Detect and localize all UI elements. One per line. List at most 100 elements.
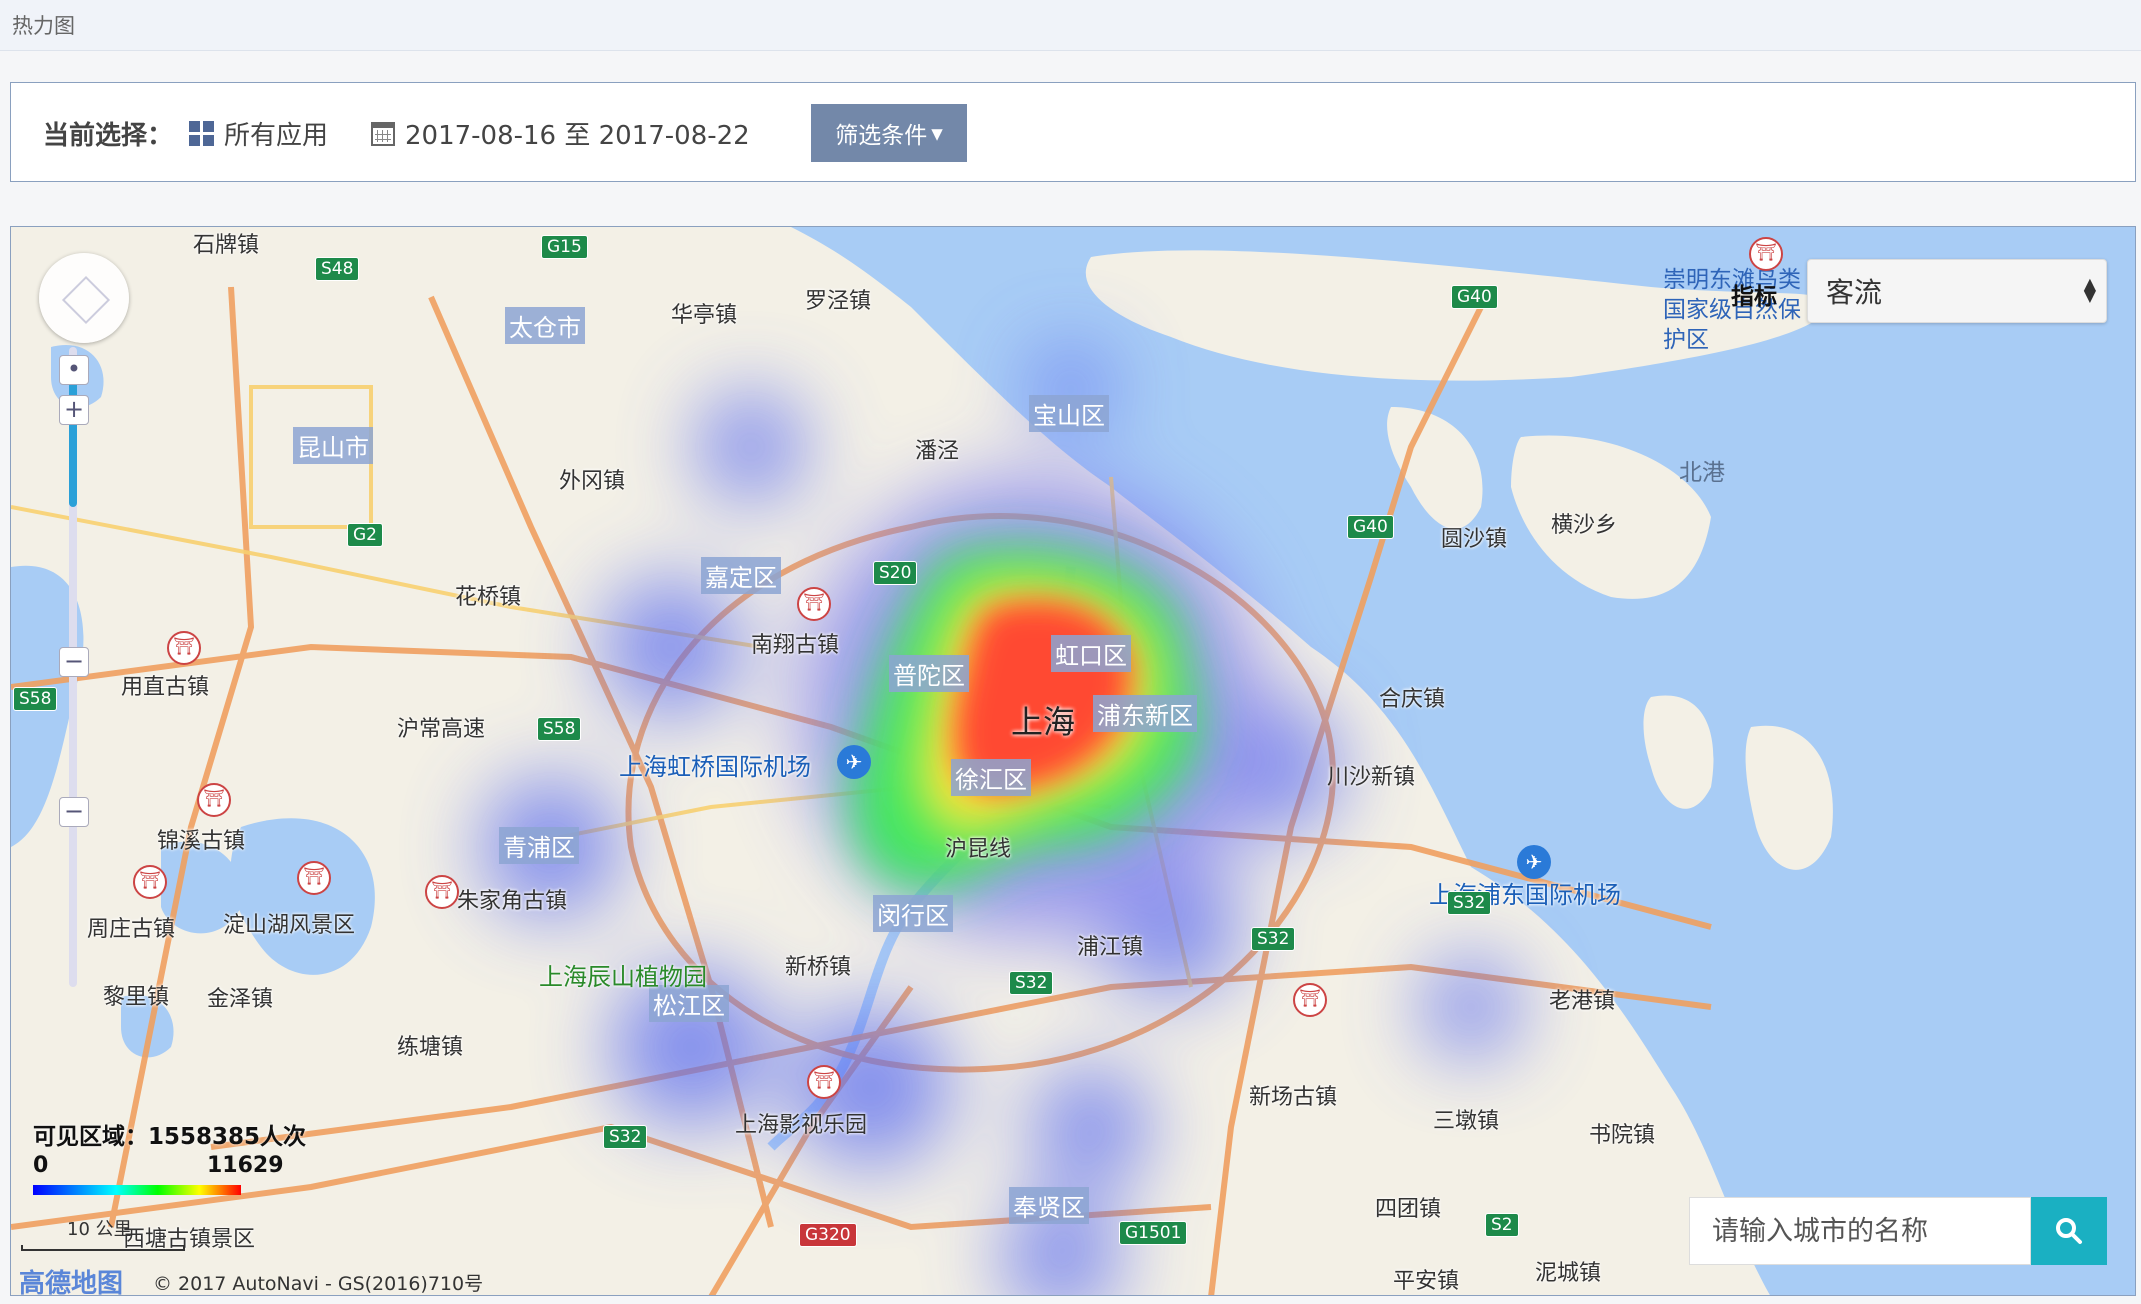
scenic-spot-icon: ⛩ [1749, 237, 1783, 271]
map-logo: 高德地图 [19, 1269, 124, 1296]
district-label: 普陀区 [889, 655, 969, 692]
scenic-spot-icon: ⛩ [425, 875, 459, 909]
airport-label: 上海虹桥国际机场 [619, 753, 811, 781]
town-label: 朱家角古镇 [457, 889, 568, 914]
map-base [11, 227, 2135, 1295]
town-label: 花桥镇 [455, 585, 522, 610]
heatmap-map[interactable]: • + − − 上海 嘉定区 宝山区 普陀区 虹口区 浦东新区 徐汇区 闵行区 … [10, 226, 2136, 1296]
grid-icon [189, 121, 214, 146]
highway-shield: S32 [1009, 971, 1054, 995]
app-selection[interactable]: 所有应用 [189, 115, 328, 152]
district-label: 宝山区 [1029, 395, 1109, 432]
indicator-label: 指标 [1731, 284, 1777, 310]
highway-shield: S58 [13, 687, 58, 711]
town-label: 老港镇 [1549, 989, 1616, 1014]
town-label: 平安镇 [1393, 1269, 1460, 1294]
page-header: 热力图 [0, 0, 2141, 51]
visible-area-count: 可见区域：1558385人次 [33, 1124, 307, 1150]
road-label: 沪昆线 [945, 837, 1012, 862]
highway-shield: G15 [541, 235, 588, 259]
town-label: 泥城镇 [1535, 1261, 1602, 1286]
map-copyright: © 2017 AutoNavi - GS(2016)710号 [153, 1273, 484, 1295]
town-label: 圆沙镇 [1441, 527, 1508, 552]
district-label: 浦东新区 [1093, 695, 1197, 732]
scenic-spot-icon: ⛩ [297, 861, 331, 895]
district-label: 虹口区 [1051, 635, 1131, 672]
date-range-value: 2017-08-16 至 2017-08-22 [405, 121, 750, 151]
town-label: 川沙新镇 [1327, 765, 1416, 790]
highway-shield: S20 [873, 561, 918, 585]
caret-down-icon: ▾ [931, 119, 943, 146]
river-label: 潘泾 [915, 439, 960, 464]
city-search [1689, 1197, 2121, 1265]
district-label: 闵行区 [873, 895, 953, 932]
filter-button-label: 筛选条件 [835, 122, 928, 148]
town-label: 四团镇 [1375, 1197, 1442, 1222]
filter-conditions-button[interactable]: 筛选条件 ▾ [811, 104, 967, 162]
page-title: 热力图 [12, 14, 75, 38]
highway-shield: S32 [603, 1125, 648, 1149]
park-label: 上海辰山植物园 [539, 963, 707, 991]
current-selection-label: 当前选择： [43, 121, 174, 151]
indicator-value: 客流 [1826, 276, 1883, 309]
district-label: 昆山市 [293, 427, 373, 464]
scenic-spot-icon: ⛩ [797, 587, 831, 621]
town-label: 三墩镇 [1433, 1109, 1500, 1134]
town-label: 锦溪古镇 [157, 829, 246, 854]
road-label: 沪常高速 [397, 717, 486, 742]
town-label: 书院镇 [1589, 1123, 1656, 1148]
town-label: 石牌镇 [193, 233, 260, 258]
town-label: 黎里镇 [103, 985, 170, 1010]
highway-shield: S58 [537, 717, 582, 741]
town-label: 外冈镇 [559, 469, 626, 494]
highway-shield: G320 [799, 1223, 857, 1247]
date-range[interactable]: 2017-08-16 至 2017-08-22 [371, 115, 750, 152]
search-button[interactable] [2031, 1197, 2107, 1265]
town-label: 合庆镇 [1379, 687, 1446, 712]
town-label: 南翔古镇 [751, 633, 840, 658]
district-label: 奉贤区 [1009, 1187, 1089, 1224]
district-label: 太仓市 [505, 307, 585, 344]
city-search-input[interactable] [1689, 1197, 2031, 1265]
town-label: 横沙乡 [1551, 513, 1618, 538]
town-label: 周庄古镇 [87, 917, 176, 942]
town-label: 上海影视乐园 [735, 1113, 868, 1138]
legend-max: 11629 [207, 1153, 284, 1178]
select-arrows-icon: ▲ ▼ [2083, 274, 2096, 305]
town-label: 金泽镇 [207, 987, 274, 1012]
scale-bar [21, 1245, 185, 1251]
scenic-spot-icon: ⛩ [807, 1065, 841, 1099]
town-label: 华亭镇 [671, 303, 738, 328]
district-label: 嘉定区 [701, 557, 781, 594]
highway-shield: S32 [1251, 927, 1296, 951]
pan-control[interactable] [39, 253, 129, 343]
highway-shield: S2 [1485, 1213, 1519, 1237]
district-label: 徐汇区 [951, 759, 1031, 796]
city-label: 上海 [1011, 703, 1076, 741]
highway-shield: G1501 [1119, 1221, 1188, 1245]
filter-bar: 当前选择： 所有应用 2017-08-16 至 2017-08-22 筛选条件 … [10, 82, 2136, 182]
airport-icon: ✈ [1517, 845, 1551, 879]
town-label: 练塘镇 [397, 1035, 464, 1060]
town-label: 罗泾镇 [805, 289, 872, 314]
scenic-spot-icon: ⛩ [197, 783, 231, 817]
scenic-spot-icon: ⛩ [133, 865, 167, 899]
scenic-spot-icon: ⛩ [1293, 983, 1327, 1017]
town-label: 浦江镇 [1077, 935, 1144, 960]
highway-shield: G40 [1347, 515, 1394, 539]
zoom-in-button[interactable]: + [59, 395, 89, 425]
zoom-out-button[interactable]: − [59, 797, 89, 827]
town-label: 淀山湖风景区 [223, 913, 356, 938]
town-label: 新桥镇 [785, 955, 852, 980]
zoom-slider-handle[interactable]: − [59, 647, 89, 677]
airport-icon: ✈ [837, 745, 871, 779]
town-label: 新场古镇 [1249, 1085, 1338, 1110]
indicator-select[interactable]: 客流 ▲ ▼ [1807, 259, 2107, 323]
highway-shield: S48 [315, 257, 360, 281]
apps-value: 所有应用 [224, 121, 329, 151]
locate-icon[interactable]: • [59, 355, 89, 385]
calendar-icon [371, 121, 395, 146]
town-label: 用直古镇 [121, 675, 210, 700]
highway-shield: S32 [1447, 891, 1492, 915]
highway-shield: G2 [347, 523, 383, 547]
